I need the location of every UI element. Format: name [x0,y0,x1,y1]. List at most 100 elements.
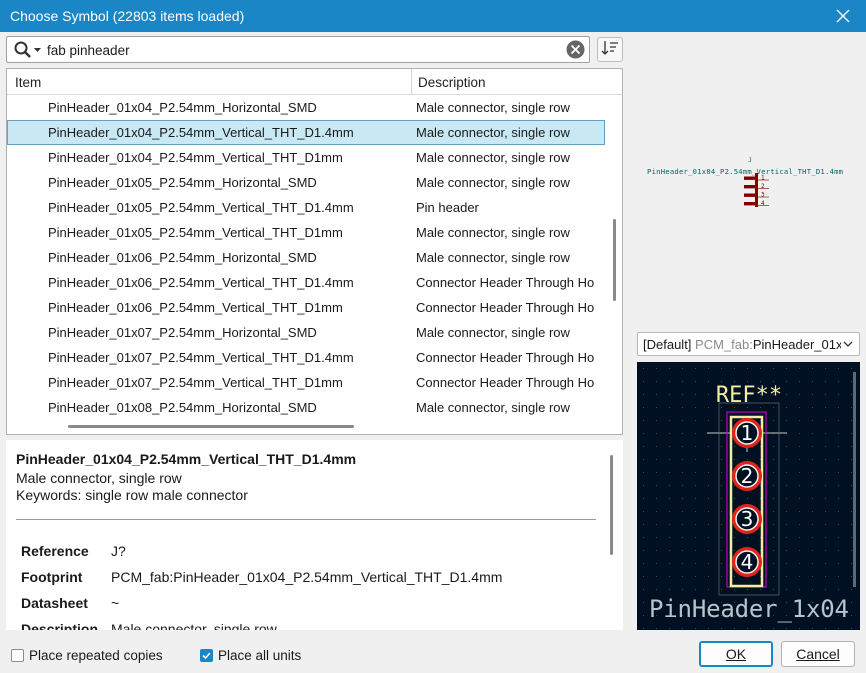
detail-symbol-name: PinHeader_01x04_P2.54mm_Vertical_THT_D1.… [16,451,357,467]
footprint-pad-number: 4 [741,550,754,574]
row-item-name: PinHeader_01x07_P2.54mm_Horizontal_SMD [48,325,317,340]
scroll-thumb[interactable] [68,425,354,428]
row-item-name: PinHeader_01x05_P2.54mm_Horizontal_SMD [48,175,317,190]
symbol-list[interactable]: Item Description PinHeader_01x04_P2.54mm… [6,68,623,435]
row-description: Connector Header Through Ho [416,375,595,390]
table-row[interactable]: PinHeader_01x06_P2.54mm_Horizontal_SMD Ma… [7,245,605,270]
row-item-name: PinHeader_01x06_P2.54mm_Vertical_THT_D1m… [48,300,343,315]
cancel-button[interactable]: Cancel [781,641,855,667]
close-icon[interactable] [820,0,866,32]
symbol-pin-number: 4 [761,200,765,207]
row-description: Connector Header Through Ho [416,350,595,365]
row-description: Male connector, single row [416,125,570,140]
footer: Place repeated copies Place all units OK… [0,636,866,673]
table-row[interactable]: PinHeader_01x04_P2.54mm_Vertical_THT_D1.… [7,120,605,145]
row-description: Male connector, single row [416,175,570,190]
divider [16,519,596,520]
row-item-name: PinHeader_01x06_P2.54mm_Vertical_THT_D1.… [48,275,354,290]
footprint-preview: 1 2 3 4 REF** PinHeader_1x04 [637,362,860,630]
symbol-pin [744,202,756,206]
preview-scrollbar[interactable] [853,372,856,587]
list-header: Item Description [7,69,622,95]
table-row[interactable]: PinHeader_01x05_P2.54mm_Vertical_THT_D1m… [7,220,605,245]
row-item-name: PinHeader_01x04_P2.54mm_Vertical_THT_D1.… [48,125,354,140]
row-description: Male connector, single row [416,150,570,165]
row-item-name: PinHeader_01x06_P2.54mm_Horizontal_SMD [48,250,317,265]
row-description: Connector Header Through Ho [416,300,595,315]
table-row[interactable]: PinHeader_01x06_P2.54mm_Vertical_THT_D1.… [7,270,605,295]
symbol-pin-number: 2 [761,183,765,190]
checkbox-unchecked[interactable] [11,648,24,662]
scroll-thumb[interactable] [613,219,616,301]
row-description: Pin header [416,200,479,215]
footprint-name: PinHeader_01x04_P2.54mm_Vertical_THT_D1.… [752,337,841,352]
symbol-pin-number: 1 [761,175,765,182]
horizontal-scrollbar[interactable] [7,419,605,434]
symbol-pin-number: 3 [761,192,765,199]
row-item-name: PinHeader_01x08_P2.54mm_Horizontal_SMD [48,400,317,415]
place-all-units-checkbox[interactable]: Place all units [200,647,301,663]
footprint-pad-number: 3 [741,507,754,531]
footprint-pad-number: 1 [741,421,754,445]
window-title: Choose Symbol (22803 items loaded) [10,8,245,24]
field-label-reference: Reference [21,543,89,559]
chevron-down-icon[interactable] [841,337,855,351]
field-value-footprint[interactable]: PCM_fab:PinHeader_01x04_P2.54mm_Vertical… [111,569,502,585]
footprint-pad-number: 2 [741,464,754,488]
table-row[interactable]: PinHeader_01x07_P2.54mm_Horizontal_SMD Ma… [7,320,605,345]
row-item-name: PinHeader_01x05_P2.54mm_Vertical_THT_D1.… [48,200,354,215]
table-row[interactable]: PinHeader_01x05_P2.54mm_Vertical_THT_D1.… [7,195,605,220]
footprint-value-text: PinHeader_1x04 [649,595,849,623]
row-description: Male connector, single row [416,400,570,415]
search-box[interactable] [6,36,590,63]
row-item-name: PinHeader_01x04_P2.54mm_Horizontal_SMD [48,100,317,115]
table-row[interactable]: PinHeader_01x07_P2.54mm_Vertical_THT_D1m… [7,370,605,395]
place-all-units-label: Place all units [218,647,302,663]
row-item-name: PinHeader_01x07_P2.54mm_Vertical_THT_D1.… [48,350,354,365]
details-panel: PinHeader_01x04_P2.54mm_Vertical_THT_D1.… [6,440,623,630]
checkbox-checked[interactable] [200,648,213,662]
detail-keywords: Keywords: single row male connector [16,487,248,503]
table-row[interactable]: PinHeader_01x07_P2.54mm_Vertical_THT_D1.… [7,345,605,370]
row-description: Male connector, single row [416,100,570,115]
row-item-name: PinHeader_01x04_P2.54mm_Vertical_THT_D1m… [48,150,343,165]
detail-description: Male connector, single row [16,470,182,486]
column-header-description[interactable]: Description [418,75,486,90]
details-scrollbar[interactable] [610,455,613,555]
field-label-footprint: Footprint [21,569,83,585]
field-value-description: Male connector, single row [111,621,277,630]
vertical-scrollbar[interactable] [608,95,622,419]
row-description: Male connector, single row [416,325,570,340]
table-row[interactable]: PinHeader_01x06_P2.54mm_Vertical_THT_D1m… [7,295,605,320]
table-row[interactable]: PinHeader_01x04_P2.54mm_Horizontal_SMD Ma… [7,95,605,120]
row-item-name: PinHeader_01x05_P2.54mm_Vertical_THT_D1m… [48,225,343,240]
field-value-datasheet[interactable]: ~ [111,595,119,611]
table-row[interactable]: PinHeader_01x05_P2.54mm_Horizontal_SMD Ma… [7,170,605,195]
list-rows: PinHeader_01x04_P2.54mm_Horizontal_SMD Ma… [7,95,605,420]
symbol-preview: J PinHeader_01x04_P2.54mm_Vertical_THT_D… [637,36,861,326]
magnifier-dropdown-icon[interactable] [13,40,43,60]
clear-circle-icon[interactable] [566,40,585,59]
sort-button[interactable] [597,37,623,62]
footprint-ref-text: REF** [716,383,782,408]
field-label-datasheet: Datasheet [21,595,88,611]
field-value-reference: J? [111,543,126,559]
ok-button[interactable]: OK [699,641,773,667]
row-item-name: PinHeader_01x07_P2.54mm_Vertical_THT_D1m… [48,375,343,390]
sort-icon [601,39,619,60]
footprint-select[interactable]: [Default] PCM_fab:PinHeader_01x04_P2.54m… [637,332,860,356]
table-row[interactable]: PinHeader_01x08_P2.54mm_Horizontal_SMD Ma… [7,395,605,420]
search-input[interactable] [47,40,562,60]
title-bar: Choose Symbol (22803 items loaded) [0,0,866,32]
symbol-pin [744,176,756,180]
column-header-item[interactable]: Item [15,75,41,90]
row-description: Connector Header Through Ho [416,275,595,290]
row-description: Male connector, single row [416,225,570,240]
row-description: Male connector, single row [416,250,570,265]
table-row[interactable]: PinHeader_01x04_P2.54mm_Vertical_THT_D1m… [7,145,605,170]
footprint-lib: PCM_fab: [695,337,753,352]
symbol-pin [744,185,756,189]
symbol-ref-text: J [748,157,752,164]
place-repeated-checkbox[interactable]: Place repeated copies [11,647,163,663]
symbol-pin [744,193,756,197]
